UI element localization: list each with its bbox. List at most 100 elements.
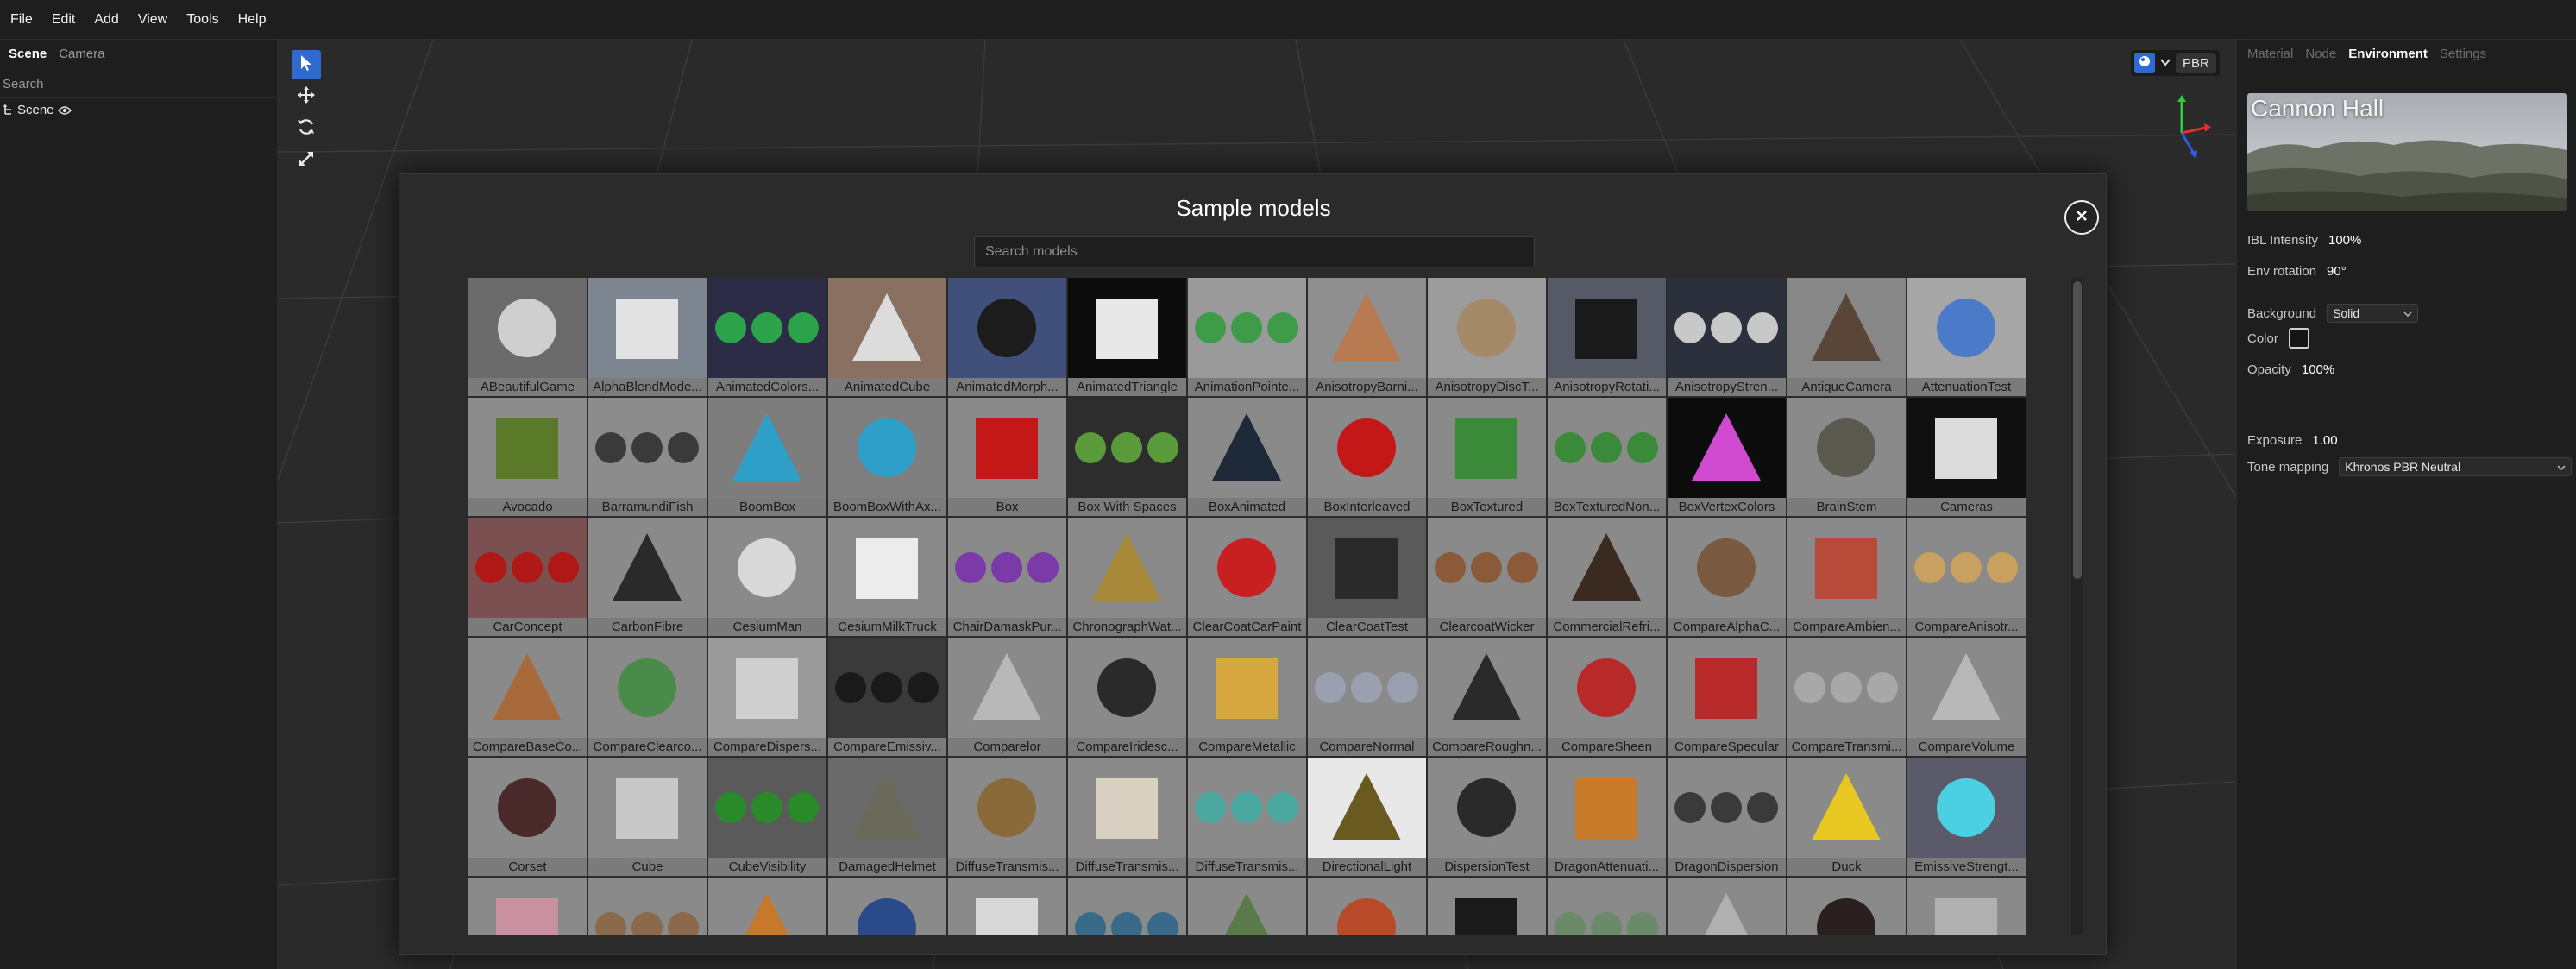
model-card[interactable]: ABeautifulGame: [468, 278, 587, 396]
tone-mapping-select[interactable]: Khronos PBR Neutral: [2339, 457, 2573, 476]
model-card[interactable]: BoxInterleaved: [1308, 398, 1426, 516]
environment-preview[interactable]: Cannon Hall: [2247, 93, 2567, 211]
model-card[interactable]: DragonDispersion: [1668, 758, 1786, 876]
model-card[interactable]: CompareAmbien...: [1787, 518, 1906, 636]
model-card[interactable]: DiffuseTransmis...: [1068, 758, 1186, 876]
model-card[interactable]: BoxTextured: [1428, 398, 1546, 516]
model-card[interactable]: BoomBoxWithAx...: [828, 398, 946, 516]
model-card[interactable]: ClearCoatTest: [1308, 518, 1426, 636]
tab-scene[interactable]: Scene: [9, 47, 47, 61]
model-card[interactable]: DiffuseTransmis...: [948, 758, 1066, 876]
background-select[interactable]: Solid: [2327, 304, 2419, 323]
model-card[interactable]: CompareAlphaC...: [1668, 518, 1786, 636]
menu-tools[interactable]: Tools: [186, 12, 218, 28]
model-card[interactable]: BoxVertexColors: [1668, 398, 1786, 516]
model-card[interactable]: CesiumMan: [708, 518, 826, 636]
model-card[interactable]: BoxAnimated: [1188, 398, 1306, 516]
model-card[interactable]: [948, 878, 1066, 935]
model-card[interactable]: AnisotropyBarni...: [1308, 278, 1426, 396]
tree-item-scene[interactable]: Scene: [0, 98, 277, 123]
model-card[interactable]: CompareIridesc...: [1068, 638, 1186, 756]
model-card[interactable]: CompareMetallic: [1188, 638, 1306, 756]
menu-file[interactable]: File: [10, 12, 33, 28]
model-card[interactable]: CompareNormal: [1308, 638, 1426, 756]
model-card[interactable]: [1068, 878, 1186, 935]
model-card[interactable]: CompareDispers...: [708, 638, 826, 756]
model-card[interactable]: [828, 878, 946, 935]
menu-edit[interactable]: Edit: [52, 12, 76, 28]
scene-search-input[interactable]: Search: [0, 75, 278, 98]
model-card[interactable]: AttenuationTest: [1907, 278, 2026, 396]
model-card[interactable]: Cameras: [1907, 398, 2026, 516]
select-tool-button[interactable]: [292, 50, 321, 79]
model-card[interactable]: BarramundiFish: [588, 398, 707, 516]
model-card[interactable]: CompareClearco...: [588, 638, 707, 756]
model-card[interactable]: AnisotropyStren...: [1668, 278, 1786, 396]
model-card[interactable]: [1188, 878, 1306, 935]
color-swatch[interactable]: [2288, 328, 2309, 349]
model-card[interactable]: CarConcept: [468, 518, 587, 636]
env-rotation-value[interactable]: 90°: [2327, 264, 2347, 279]
model-card[interactable]: AlphaBlendMode...: [588, 278, 707, 396]
model-card[interactable]: [468, 878, 587, 935]
model-card[interactable]: ClearCoatCarPaint: [1188, 518, 1306, 636]
move-tool-button[interactable]: [292, 82, 321, 111]
model-card[interactable]: CompareTransmi...: [1787, 638, 1906, 756]
tab-camera[interactable]: Camera: [59, 47, 104, 61]
model-card[interactable]: CompareBaseCo...: [468, 638, 587, 756]
model-card[interactable]: AnisotropyDiscT...: [1428, 278, 1546, 396]
model-card[interactable]: [1668, 878, 1786, 935]
model-card[interactable]: AntiqueCamera: [1787, 278, 1906, 396]
model-card[interactable]: ChairDamaskPur...: [948, 518, 1066, 636]
axis-gizmo[interactable]: [2161, 93, 2213, 167]
model-card[interactable]: AnisotropyRotati...: [1548, 278, 1666, 396]
model-card[interactable]: Duck: [1787, 758, 1906, 876]
model-grid-scroll[interactable]: ABeautifulGame AlphaBlendMode... AnimatedC…: [468, 278, 2026, 935]
model-card[interactable]: CompareRoughn...: [1428, 638, 1546, 756]
model-card[interactable]: BrainStem: [1787, 398, 1906, 516]
model-card[interactable]: [1787, 878, 1906, 935]
close-button[interactable]: [2064, 200, 2099, 235]
model-card[interactable]: AnimatedMorph...: [948, 278, 1066, 396]
model-card[interactable]: AnimationPointe...: [1188, 278, 1306, 396]
model-card[interactable]: [1907, 878, 2026, 935]
model-card[interactable]: DirectionalLight: [1308, 758, 1426, 876]
model-card[interactable]: [1308, 878, 1426, 935]
model-card[interactable]: Cube: [588, 758, 707, 876]
menu-help[interactable]: Help: [238, 12, 267, 28]
exposure-value[interactable]: 1.00: [2312, 433, 2337, 448]
model-card[interactable]: [1428, 878, 1546, 935]
model-card[interactable]: CompareVolume: [1907, 638, 2026, 756]
menu-add[interactable]: Add: [94, 12, 118, 28]
model-search-input[interactable]: [974, 236, 1535, 267]
tab-environment[interactable]: Environment: [2348, 47, 2428, 61]
model-card[interactable]: ClearcoatWicker: [1428, 518, 1546, 636]
model-card[interactable]: EmissiveStrengt...: [1907, 758, 2026, 876]
model-card[interactable]: DamagedHelmet: [828, 758, 946, 876]
shading-mode-button[interactable]: [2134, 53, 2155, 73]
scale-tool-button[interactable]: [292, 146, 321, 175]
model-card[interactable]: BoomBox: [708, 398, 826, 516]
tab-material[interactable]: Material: [2247, 47, 2293, 61]
model-card[interactable]: AnimatedCube: [828, 278, 946, 396]
model-card[interactable]: AnimatedColors...: [708, 278, 826, 396]
model-card[interactable]: CarbonFibre: [588, 518, 707, 636]
rotate-tool-button[interactable]: [292, 114, 321, 143]
model-card[interactable]: Comparelor: [948, 638, 1066, 756]
model-card[interactable]: CompareEmissiv...: [828, 638, 946, 756]
opacity-value[interactable]: 100%: [2302, 362, 2334, 377]
model-card[interactable]: DiffuseTransmis...: [1188, 758, 1306, 876]
model-card[interactable]: CubeVisibility: [708, 758, 826, 876]
ibl-intensity-value[interactable]: 100%: [2328, 233, 2361, 248]
tab-node[interactable]: Node: [2305, 47, 2336, 61]
tab-settings[interactable]: Settings: [2440, 47, 2486, 61]
model-card[interactable]: CompareSheen: [1548, 638, 1666, 756]
model-card[interactable]: DragonAttenuati...: [1548, 758, 1666, 876]
model-card[interactable]: [1548, 878, 1666, 935]
model-card[interactable]: BoxTexturedNon...: [1548, 398, 1666, 516]
eye-icon[interactable]: [57, 105, 72, 116]
model-card[interactable]: CesiumMilkTruck: [828, 518, 946, 636]
model-card[interactable]: DispersionTest: [1428, 758, 1546, 876]
model-card[interactable]: ChronographWat...: [1068, 518, 1186, 636]
chevron-down-icon[interactable]: [2160, 55, 2171, 71]
